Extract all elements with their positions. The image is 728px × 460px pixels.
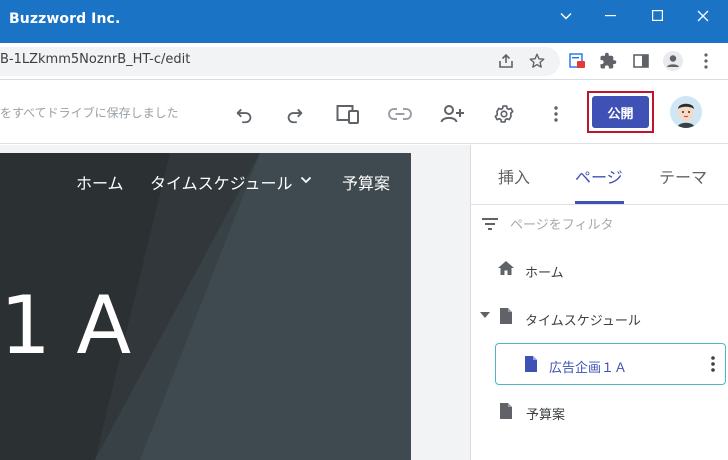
tab-insert[interactable]: 挿入 xyxy=(498,164,530,188)
profile-icon xyxy=(663,51,683,71)
page-item-home[interactable]: ホーム xyxy=(471,250,728,290)
settings-button[interactable] xyxy=(489,99,519,129)
user-avatar-icon xyxy=(670,96,702,128)
page-item-label: 予算案 xyxy=(526,408,566,423)
share-person-icon xyxy=(440,105,464,123)
extensions-button[interactable] xyxy=(596,49,620,73)
close-icon xyxy=(697,10,709,21)
chevron-down-icon xyxy=(560,12,572,19)
home-icon xyxy=(498,261,514,275)
share-icon xyxy=(499,53,513,68)
settings-icon xyxy=(494,105,514,123)
tab-pages[interactable]: ページ xyxy=(575,164,623,188)
panel-divider xyxy=(471,204,728,205)
site-nav-home[interactable]: ホーム xyxy=(76,170,124,194)
undo-icon xyxy=(236,108,252,124)
preview-button[interactable] xyxy=(333,99,363,129)
redo-button[interactable] xyxy=(280,99,310,129)
page-item-schedule[interactable]: タイムスケジュール xyxy=(471,297,728,337)
page-item-ad-plan[interactable]: 広告企画１Ａ xyxy=(495,343,726,385)
pdf-extension-button[interactable] xyxy=(565,49,589,73)
profile-button[interactable] xyxy=(661,49,685,73)
save-status-text: をすべてドライブに保存しました xyxy=(0,106,179,120)
puzzle-icon xyxy=(600,52,617,69)
more-vert-icon[interactable] xyxy=(710,355,716,373)
site-nav-budget[interactable]: 予算案 xyxy=(342,170,390,194)
page-filter-input[interactable] xyxy=(510,216,710,234)
page-item-label: タイムスケジュール xyxy=(525,314,641,329)
more-options-button[interactable] xyxy=(541,99,571,129)
page-item-label: 広告企画１Ａ xyxy=(549,361,628,376)
minimize-button[interactable] xyxy=(588,0,634,31)
more-vert-icon xyxy=(554,106,558,122)
redo-icon xyxy=(287,108,303,124)
bookmark-button[interactable] xyxy=(525,49,549,73)
preview-icon xyxy=(336,105,359,124)
page-icon xyxy=(500,308,512,324)
site-nav-schedule[interactable]: タイムスケジュール xyxy=(150,170,293,194)
copy-link-button[interactable] xyxy=(385,99,415,129)
hero-title[interactable]: 1 A xyxy=(0,276,131,376)
close-window-button[interactable] xyxy=(680,0,726,31)
side-panel-icon xyxy=(633,54,649,68)
chevron-down-icon xyxy=(300,176,312,184)
link-icon xyxy=(388,108,412,120)
window-title: Buzzword Inc. xyxy=(9,11,121,27)
minimize-icon xyxy=(605,14,616,16)
browser-menu-button[interactable] xyxy=(694,49,718,73)
page-icon xyxy=(525,356,537,372)
star-icon xyxy=(529,53,545,68)
share-page-button[interactable] xyxy=(494,49,518,73)
avatar[interactable] xyxy=(670,96,702,128)
page-item-label: ホーム xyxy=(525,266,564,281)
filter-icon xyxy=(482,218,498,230)
side-panel-button[interactable] xyxy=(629,49,653,73)
share-with-others-button[interactable] xyxy=(437,99,467,129)
tab-search-button[interactable] xyxy=(543,0,589,31)
more-vert-icon xyxy=(704,53,708,69)
page-item-budget[interactable]: 予算案 xyxy=(471,390,728,430)
expand-arrow-icon xyxy=(480,312,490,318)
tab-themes[interactable]: テーマ xyxy=(659,164,707,188)
publish-button[interactable]: 公開 xyxy=(592,96,649,128)
maximize-button[interactable] xyxy=(634,0,680,31)
maximize-icon xyxy=(651,10,663,21)
window-titlebar: Buzzword Inc. xyxy=(0,0,728,43)
page-icon xyxy=(500,403,512,419)
url-text[interactable]: B-1LZkmm5NoznrB_HT-c/edit xyxy=(0,52,190,67)
undo-button[interactable] xyxy=(229,99,259,129)
extension-pdf-icon xyxy=(569,53,585,68)
